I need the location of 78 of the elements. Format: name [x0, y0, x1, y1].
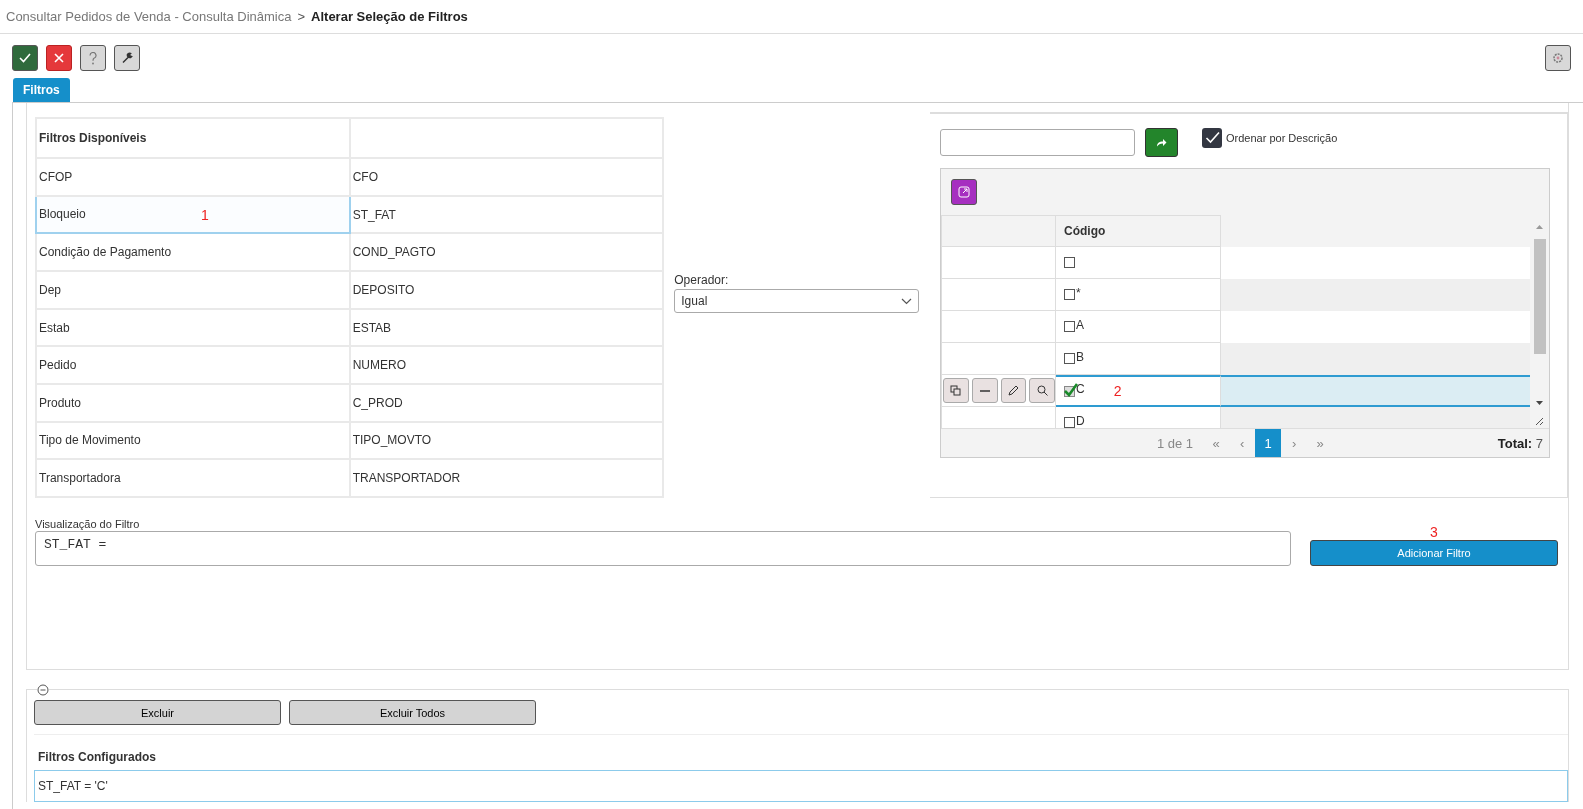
table-cell[interactable]: Condição de Pagamento [36, 233, 350, 272]
add-filter-button[interactable]: Adicionar Filtro [1310, 540, 1558, 566]
table-cell: CFO [349, 158, 664, 196]
annotation-number: 1 [201, 206, 209, 223]
table-cell: C_PROD [349, 384, 664, 422]
minus-icon [979, 389, 990, 392]
checkbox[interactable] [1064, 257, 1075, 268]
checkbox[interactable] [1064, 417, 1075, 428]
table-cell: DEPOSITO [349, 271, 664, 309]
expand-icon [958, 186, 970, 198]
table-cell[interactable]: CFOP [36, 158, 350, 196]
delete-button[interactable]: Excluir [34, 700, 281, 725]
table-cell[interactable]: Pedido [36, 346, 350, 384]
annotation-number: 2 [1113, 383, 1122, 399]
checkbox[interactable] [1064, 353, 1075, 364]
page-range: 1 de 1 [1156, 435, 1194, 451]
table-cell[interactable]: Bloqueio 1 [36, 195, 350, 234]
checkbox[interactable] [1064, 321, 1075, 332]
table-cell[interactable]: Estab [36, 308, 350, 347]
chevron-down-icon [901, 297, 913, 305]
section-heading: Filtros Configurados [34, 734, 1568, 770]
copy-button[interactable] [943, 378, 969, 403]
annotation-number: 3 [1430, 524, 1438, 540]
table-cell[interactable]: Produto [36, 384, 350, 422]
confirm-button[interactable] [12, 45, 38, 71]
column-header: Filtros Disponíveis [36, 118, 350, 159]
forward-arrow-icon [1156, 138, 1167, 147]
code-text: C [1076, 382, 1085, 396]
page-button[interactable]: 1 [1255, 429, 1282, 457]
field-label: Visualização do Filtro [35, 518, 141, 530]
settings-button[interactable] [1545, 45, 1571, 71]
checkbox[interactable] [1202, 127, 1222, 148]
expand-button[interactable] [951, 179, 977, 205]
search-icon [1036, 385, 1048, 396]
table-cell: ESTAB [349, 308, 664, 347]
table-cell: ST_FAT [349, 195, 664, 234]
resize-grip-icon[interactable] [1535, 417, 1544, 426]
help-button[interactable] [80, 45, 106, 71]
configured-filter-row[interactable]: ST_FAT = 'C' [34, 770, 1568, 802]
edit-button[interactable] [1000, 378, 1027, 403]
operator-label: Operador: [674, 273, 730, 287]
total-count: Total: 7 [1497, 435, 1543, 451]
column-header: Código [1056, 215, 1221, 247]
pencil-icon [1007, 385, 1019, 396]
breadcrumb-separator: > [297, 9, 306, 24]
table-cell[interactable]: Tipo de Movimento [36, 421, 350, 460]
code-text: B [1076, 349, 1084, 364]
checkbox[interactable] [1064, 289, 1075, 300]
table-cell: COND_PAGTO [349, 233, 664, 272]
close-icon [54, 53, 64, 63]
apply-button[interactable] [1145, 128, 1178, 157]
checkbox-label: Ordenar por Descrição [1226, 131, 1338, 144]
collapse-icon[interactable] [37, 684, 49, 696]
tools-button[interactable] [114, 45, 140, 71]
cancel-button[interactable] [46, 45, 72, 71]
code-text: A [1076, 317, 1084, 332]
table-cell: NUMERO [349, 346, 664, 384]
wrench-icon [121, 52, 133, 64]
check-icon [19, 53, 31, 63]
copy-icon [950, 385, 962, 396]
help-icon [89, 51, 97, 65]
operator-dropdown[interactable]: Igual [674, 289, 920, 313]
remove-button[interactable] [971, 378, 998, 403]
table-cell[interactable]: Dep [36, 271, 350, 309]
table-cell: TIPO_MOVTO [349, 421, 664, 460]
code-text: * [1076, 285, 1081, 300]
page-title: Alterar Seleção de Filtros [311, 9, 468, 24]
checkbox[interactable] [1064, 385, 1075, 397]
filter-preview-field[interactable]: ST_FAT = [35, 531, 1291, 566]
table-cell: TRANSPORTADOR [349, 459, 664, 497]
tab[interactable]: Filtros [13, 78, 70, 102]
code-text: D [1076, 413, 1085, 428]
breadcrumb-link[interactable]: Consultar Pedidos de Venda - Consulta Dinâmica [6, 9, 292, 24]
table-cell[interactable]: Transportadora [36, 459, 350, 497]
delete-button[interactable]: Excluir Todos [289, 700, 536, 725]
search-button[interactable] [1029, 378, 1055, 403]
search-field[interactable] [940, 129, 1135, 156]
settings-icon [1552, 52, 1564, 64]
